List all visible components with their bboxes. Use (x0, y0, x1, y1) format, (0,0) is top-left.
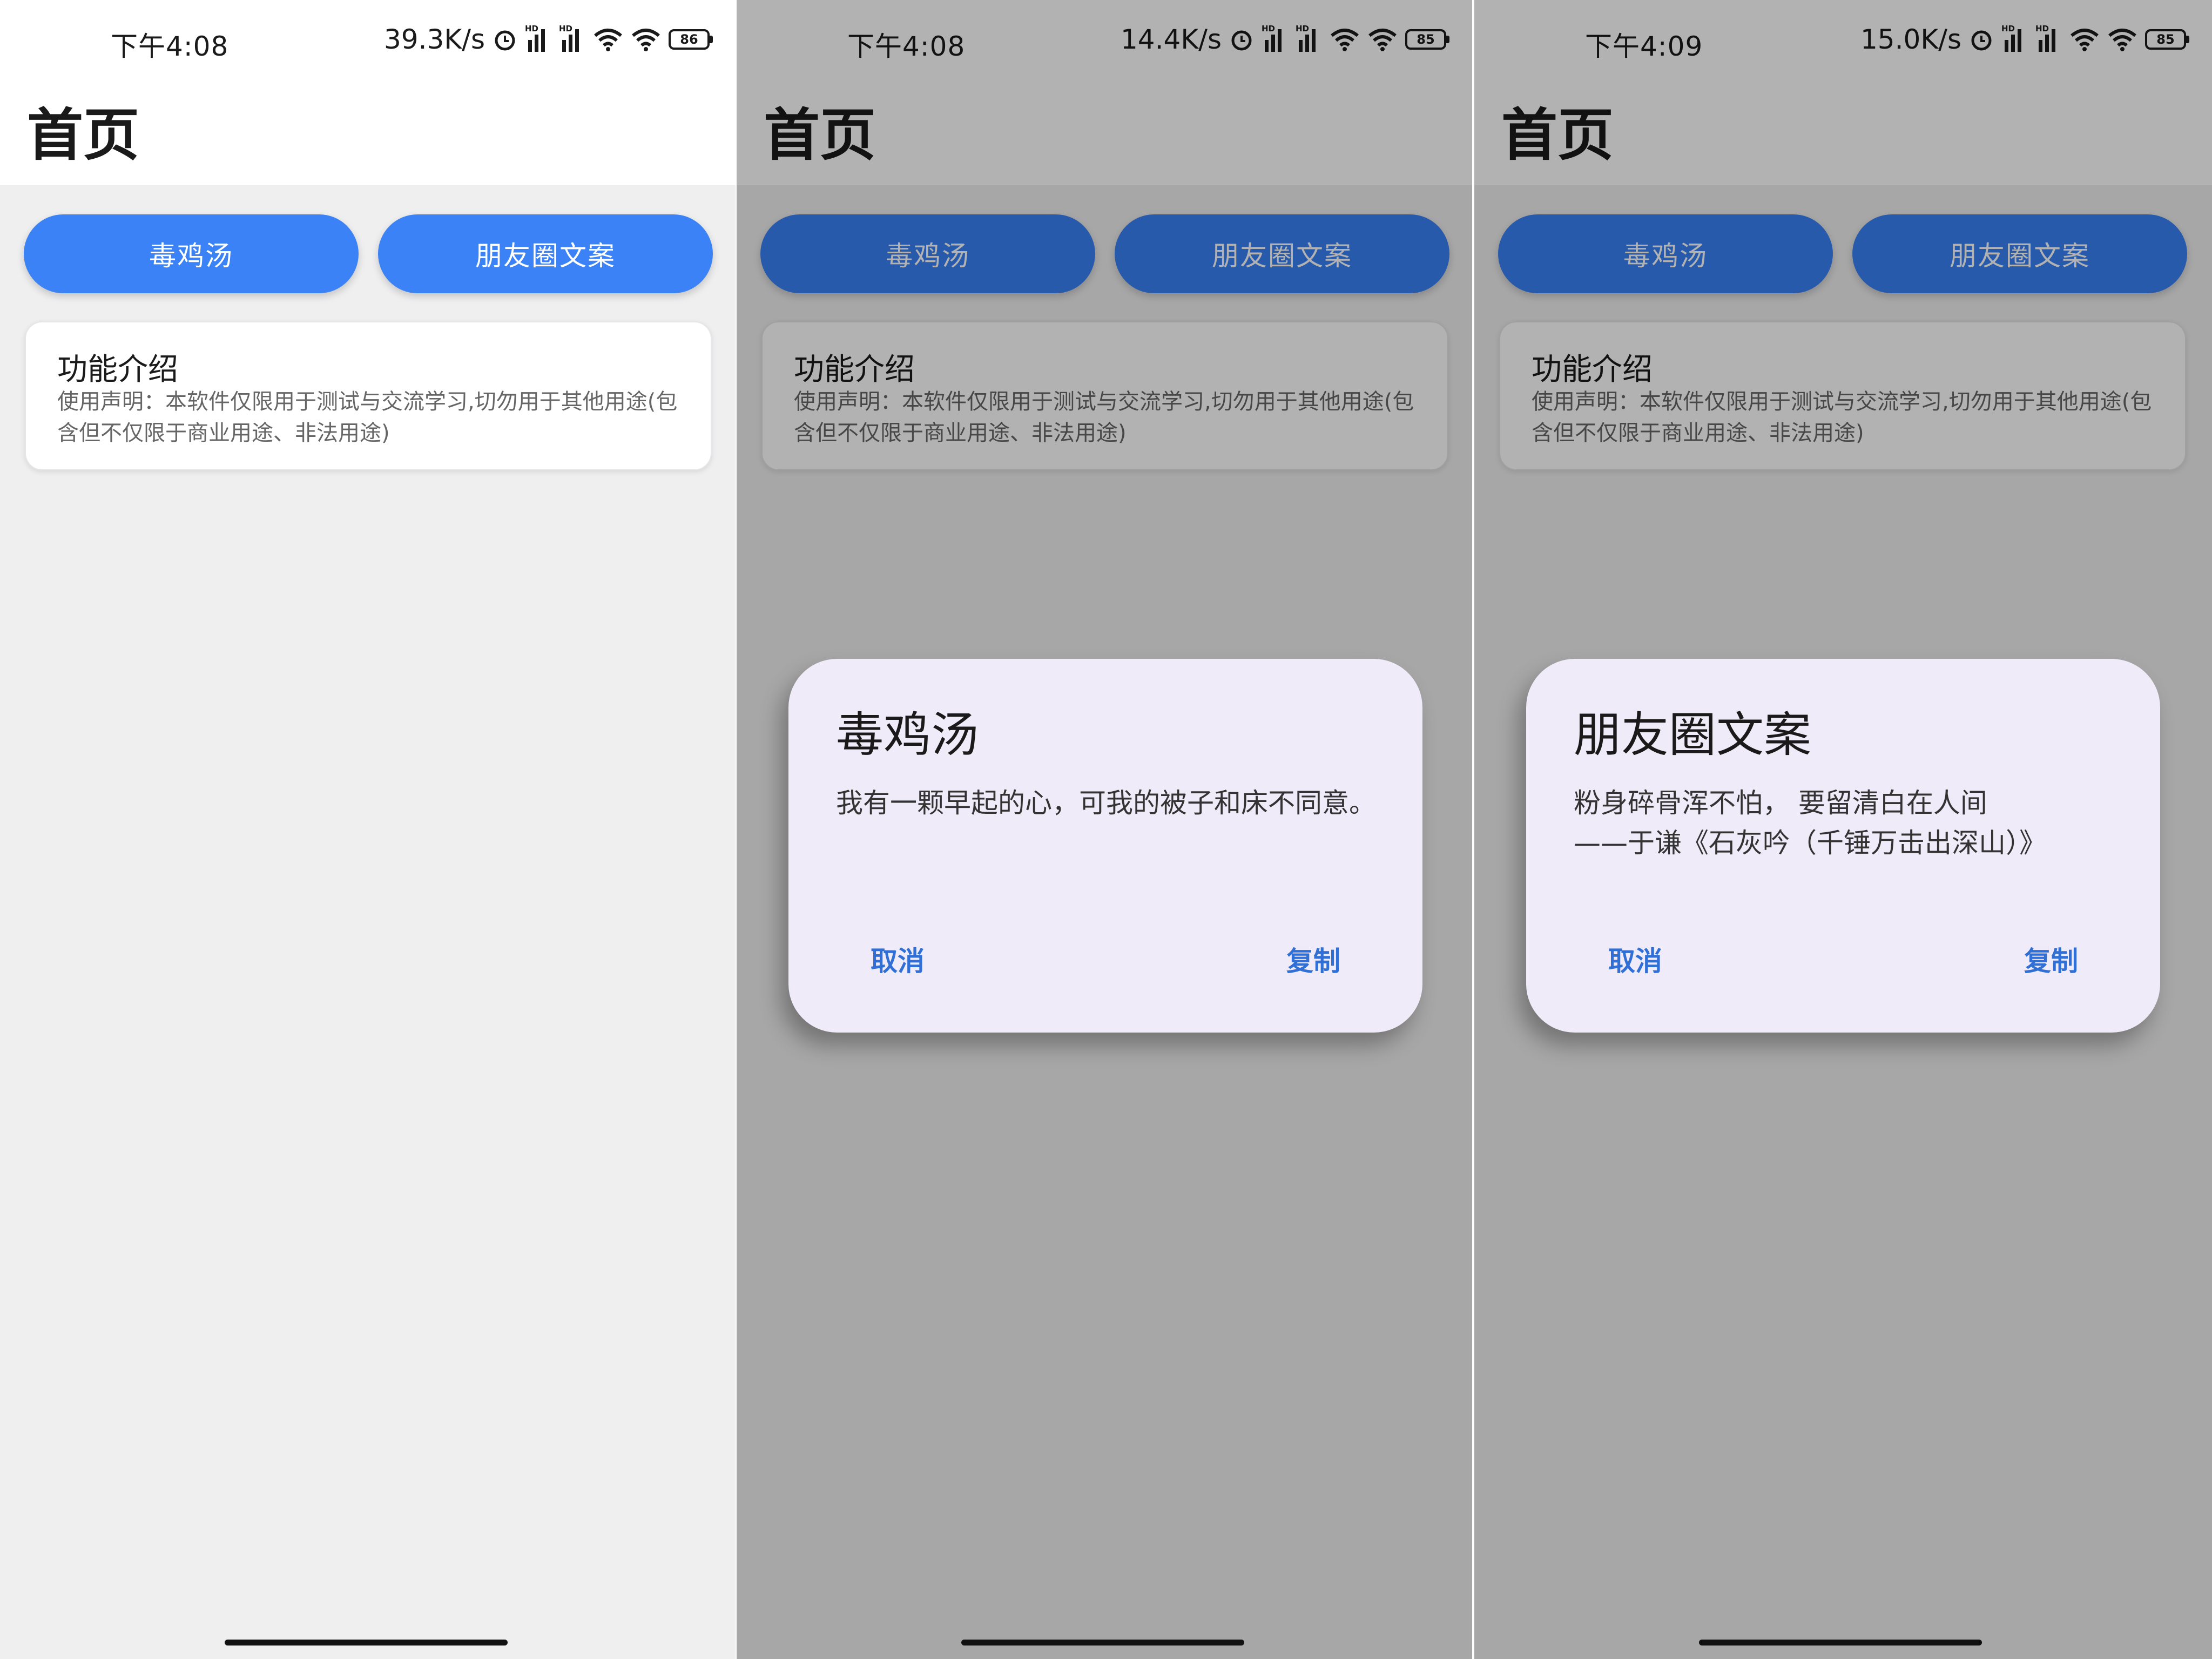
intro-card-title: 功能介绍 (57, 352, 178, 387)
status-icons: 39.3K/s HD HD 86 (384, 24, 713, 55)
home-indicator[interactable] (961, 1640, 1244, 1645)
intro-card: 功能介绍 使用声明：本软件仅限用于测试与交流学习,切勿用于其他用途(包含但不仅限… (25, 321, 712, 470)
dialog-content-line: 粉身碎骨浑不怕， 要留清白在人间 (1574, 787, 1987, 819)
screen-moments-dialog: 首页 下午4:09 15.0K/s HD HD 85 毒鸡汤 朋友圈文案 功能介… (1474, 0, 2212, 1659)
screen-home: 首页 下午4:08 39.3K/s HD HD 86 毒鸡汤 朋友圈文案 功能介… (0, 0, 736, 1659)
dialog-content: 粉身碎骨浑不怕， 要留清白在人间 ——于谦《石灰吟（千锤万击出深山）》 (1574, 783, 2119, 863)
copy-button[interactable]: 复制 (2009, 934, 2093, 984)
copy-button[interactable]: 复制 (1271, 934, 1355, 984)
status-bar: 下午4:08 39.3K/s HD HD 86 (0, 0, 736, 86)
signal-icon: HD (525, 24, 551, 52)
screen-soup-dialog: 首页 下午4:08 14.4K/s HD HD 85 毒鸡汤 朋友圈文案 功能介… (737, 0, 1472, 1659)
wifi-icon (632, 29, 660, 51)
moments-dialog: 朋友圈文案 粉身碎骨浑不怕， 要留清白在人间 ——于谦《石灰吟（千锤万击出深山）… (1526, 659, 2160, 1033)
dialog-content: 我有一颗早起的心，可我的被子和床不同意。 (836, 787, 1376, 819)
status-time: 下午4:08 (111, 31, 229, 62)
cancel-button[interactable]: 取消 (855, 934, 940, 984)
soup-button[interactable]: 毒鸡汤 (24, 214, 359, 293)
network-speed: 39.3K/s (383, 24, 485, 55)
dialog-content-line: ——于谦《石灰吟（千锤万击出深山）》 (1574, 827, 2046, 859)
page-title: 首页 (27, 102, 140, 168)
battery-icon: 86 (669, 29, 713, 50)
soup-dialog: 毒鸡汤 我有一颗早起的心，可我的被子和床不同意。 取消 复制 (788, 659, 1422, 1033)
dialog-title: 毒鸡汤 (836, 707, 979, 763)
wifi-icon (594, 29, 622, 51)
signal-icon: HD (559, 24, 585, 52)
intro-card-text: 使用声明：本软件仅限用于测试与交流学习,切勿用于其他用途(包含但不仅限于商业用途… (57, 389, 678, 446)
dialog-title: 朋友圈文案 (1574, 707, 1812, 763)
moments-copy-button[interactable]: 朋友圈文案 (378, 214, 713, 293)
battery-level: 86 (669, 29, 710, 50)
home-indicator[interactable] (225, 1640, 508, 1645)
alarm-icon (495, 30, 515, 51)
cancel-button[interactable]: 取消 (1593, 934, 1677, 984)
home-indicator[interactable] (1699, 1640, 1982, 1645)
